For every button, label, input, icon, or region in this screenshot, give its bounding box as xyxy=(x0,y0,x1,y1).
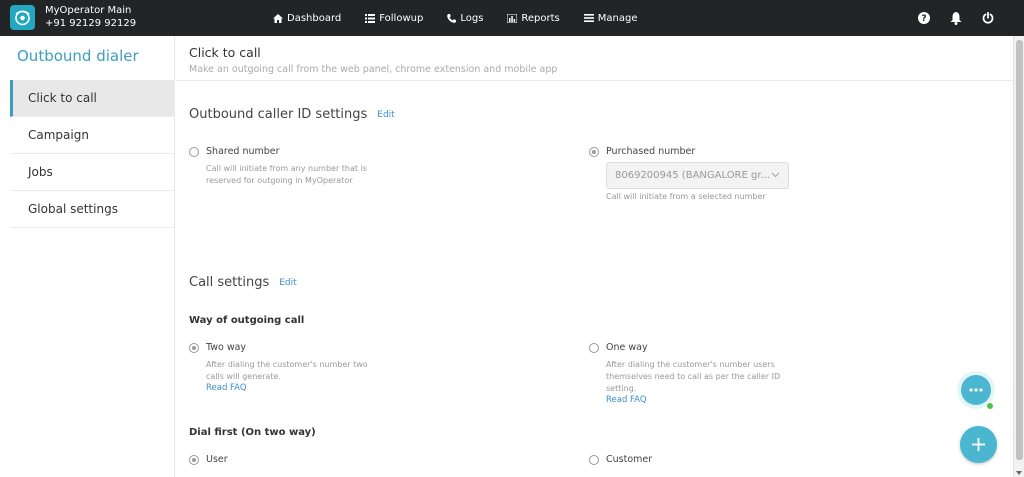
sidebar-title: Outbound dialer xyxy=(17,47,139,65)
purchased-number-select[interactable]: 8069200945 (BANGALORE gr... xyxy=(606,162,789,189)
sidebar-item-global-settings[interactable]: Global settings xyxy=(10,191,175,228)
two-way-desc-2: calls will generate. xyxy=(206,372,281,381)
two-way-faq-link[interactable]: Read FAQ xyxy=(206,383,247,393)
purchased-number-desc: Call will initiate from a selected numbe… xyxy=(606,192,766,201)
bell-icon[interactable] xyxy=(950,11,962,25)
nav-reports[interactable]: Reports xyxy=(507,12,560,24)
brand-number: +91 92129 92129 xyxy=(45,18,137,29)
home-icon xyxy=(273,13,283,23)
power-icon[interactable] xyxy=(982,12,994,24)
bar-chart-icon xyxy=(507,13,518,23)
nav-dashboard[interactable]: Dashboard xyxy=(273,13,341,24)
chat-button[interactable] xyxy=(961,375,991,405)
nav-manage-label: Manage xyxy=(597,12,638,24)
nav-manage[interactable]: Manage xyxy=(583,12,638,24)
dial-first-heading: Dial first (On two way) xyxy=(189,427,316,438)
sidebar: Outbound dialer Click to call Campaign J… xyxy=(0,36,175,477)
sidebar-menu: Click to call Campaign Jobs Global setti… xyxy=(10,80,175,228)
phone-icon xyxy=(447,13,457,23)
topbar-actions: ? xyxy=(898,0,994,36)
call-settings-edit-link[interactable]: Edit xyxy=(279,278,296,288)
add-button[interactable] xyxy=(960,426,997,463)
myoperator-logo-icon[interactable] xyxy=(10,5,35,30)
shared-number-label[interactable]: Shared number xyxy=(206,146,280,157)
menu-icon xyxy=(583,14,594,22)
sidebar-item-jobs[interactable]: Jobs xyxy=(10,154,175,191)
nav-followup[interactable]: Followup xyxy=(365,13,423,24)
two-way-label[interactable]: Two way xyxy=(206,342,246,353)
caller-id-title: Outbound caller ID settings xyxy=(189,107,368,122)
top-navbar: MyOperator Main +91 92129 92129 Dashboar… xyxy=(0,0,1024,36)
ellipsis-icon xyxy=(969,388,983,392)
shared-number-desc-1: Call will initiate from any number that … xyxy=(206,164,367,173)
caller-id-edit-link[interactable]: Edit xyxy=(377,110,394,120)
plus-icon xyxy=(972,438,985,451)
one-way-radio[interactable] xyxy=(589,343,599,353)
call-settings-title: Call settings xyxy=(189,275,270,290)
purchased-number-label[interactable]: Purchased number xyxy=(606,146,695,157)
nav-followup-label: Followup xyxy=(379,12,424,24)
page-title: Click to call xyxy=(189,45,261,60)
sidebar-item-campaign[interactable]: Campaign xyxy=(10,117,175,154)
one-way-label[interactable]: One way xyxy=(606,342,648,353)
purchased-number-value: 8069200945 (BANGALORE gr... xyxy=(615,170,771,181)
vertical-scrollbar[interactable] xyxy=(1013,36,1024,477)
dial-customer-radio[interactable] xyxy=(589,455,599,465)
help-icon[interactable]: ? xyxy=(918,12,930,24)
one-way-faq-link[interactable]: Read FAQ xyxy=(606,395,647,405)
account-brand[interactable]: MyOperator Main +91 92129 92129 xyxy=(45,4,136,30)
dial-user-radio[interactable] xyxy=(189,455,199,465)
one-way-desc-2: themselves need to call as per the calle… xyxy=(606,372,781,381)
purchased-number-radio[interactable] xyxy=(589,147,599,157)
two-way-radio[interactable] xyxy=(189,343,199,353)
nav-logs[interactable]: Logs xyxy=(447,13,483,24)
nav-logs-label: Logs xyxy=(460,12,484,24)
main-content: Click to call Make an outgoing call from… xyxy=(176,36,1013,477)
dial-user-label[interactable]: User xyxy=(206,454,228,465)
chevron-down-icon xyxy=(771,172,780,178)
caller-id-section-title: Outbound caller ID settings Edit xyxy=(189,107,395,122)
shared-number-desc-2: reserved for outgoing in MyOperator xyxy=(206,176,353,185)
page-subtitle: Make an outgoing call from the web panel… xyxy=(189,64,558,75)
dial-customer-label[interactable]: Customer xyxy=(606,454,652,465)
call-settings-section-title: Call settings Edit xyxy=(189,275,297,290)
nav-reports-label: Reports xyxy=(521,12,560,24)
shared-number-radio[interactable] xyxy=(189,147,199,157)
one-way-desc-1: After dialing the customer's number user… xyxy=(606,360,775,369)
svg-text:?: ? xyxy=(921,14,926,24)
scroll-down-arrow-icon[interactable] xyxy=(1016,471,1022,475)
nav-dashboard-label: Dashboard xyxy=(287,12,342,24)
page-header: Click to call Make an outgoing call from… xyxy=(176,36,1013,81)
scrollbar-thumb[interactable] xyxy=(1016,40,1023,460)
main-nav: Dashboard Followup Logs Reports Manage xyxy=(273,0,662,36)
sidebar-item-click-to-call[interactable]: Click to call xyxy=(10,80,175,117)
two-way-desc-1: After dialing the customer's number two xyxy=(206,360,368,369)
online-status-dot xyxy=(986,402,994,410)
one-way-desc-3: setting. xyxy=(606,384,637,393)
brand-name: MyOperator Main xyxy=(45,5,132,16)
way-of-outgoing-call-heading: Way of outgoing call xyxy=(189,315,305,326)
list-icon xyxy=(365,13,376,23)
